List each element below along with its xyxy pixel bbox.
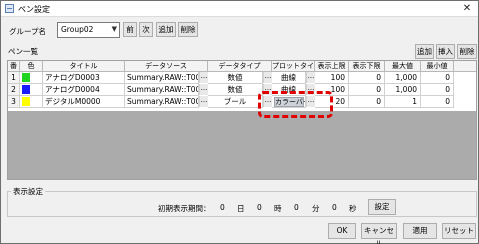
delete-pen-button[interactable]: 削除 xyxy=(457,44,477,59)
days-value[interactable]: 0 xyxy=(220,203,225,212)
minutes-value[interactable]: 0 xyxy=(294,203,299,212)
title-cell[interactable]: アナログD0004 xyxy=(43,84,125,96)
delete-group-button[interactable]: 削除 xyxy=(178,22,198,37)
group-name-select[interactable]: Group02 ▼ xyxy=(57,22,120,38)
window-title: ペン設定 xyxy=(18,5,50,14)
source-cell[interactable]: Summary.RAW::T005 xyxy=(125,96,199,108)
plot-type-browse-button[interactable]: ... xyxy=(306,72,315,83)
highlight-annotation xyxy=(258,91,333,118)
column-header-max: 最大値 xyxy=(385,61,421,72)
data-type-cell[interactable]: 数値 xyxy=(208,72,263,84)
title-cell[interactable]: アナログD0003 xyxy=(43,72,125,84)
close-icon[interactable]: ✕ xyxy=(460,2,474,15)
display-settings-title: 表示設定 xyxy=(11,186,45,197)
chevron-down-icon[interactable]: ▼ xyxy=(112,25,117,33)
source-browse-button[interactable]: ... xyxy=(199,84,208,95)
seconds-unit: 秒 xyxy=(349,204,357,213)
seconds-value[interactable]: 0 xyxy=(332,203,337,212)
add-group-button[interactable]: 追加 xyxy=(156,22,176,37)
app-icon xyxy=(5,4,14,13)
column-header-data-type: データタイプ xyxy=(208,61,272,72)
color-swatch xyxy=(22,85,30,94)
row-number: 1 xyxy=(8,72,20,84)
table-empty-area xyxy=(8,111,476,179)
data-type-cell[interactable]: ブール xyxy=(208,96,263,108)
column-header-plot-type: プロットタイプ xyxy=(272,61,315,72)
days-unit: 日 xyxy=(237,204,245,213)
group-name-label: グループ名 xyxy=(9,27,47,36)
color-swatch xyxy=(22,73,30,82)
lower-cell[interactable]: 0 xyxy=(349,72,385,84)
title-cell[interactable]: デジタルM0000 xyxy=(43,96,125,108)
min-cell[interactable]: 0 xyxy=(421,84,454,96)
source-cell[interactable]: Summary.RAW::T003 xyxy=(125,72,199,84)
color-cell[interactable] xyxy=(20,72,43,84)
column-header-title: タイトル xyxy=(43,61,125,72)
apply-button[interactable]: 適用 xyxy=(403,223,437,239)
color-cell[interactable] xyxy=(20,84,43,96)
pen-table: 番号 色 タイトル データソース データタイプ プロットタイプ 表示上限 表示下… xyxy=(7,60,477,180)
prev-group-button[interactable]: 前 xyxy=(123,22,137,37)
source-cell[interactable]: Summary.RAW::T004 xyxy=(125,84,199,96)
reset-button[interactable]: リセット xyxy=(442,223,476,239)
pen-list-title: ペン一覧 xyxy=(8,47,38,56)
column-header-source: データソース xyxy=(125,61,208,72)
column-header-number: 番号 xyxy=(8,61,20,72)
color-swatch xyxy=(22,97,30,106)
plot-type-cell[interactable]: 曲線 xyxy=(272,72,306,84)
column-header-lower: 表示下限 xyxy=(349,61,385,72)
title-bar: ペン設定 ✕ xyxy=(1,1,478,17)
next-group-button[interactable]: 次 xyxy=(139,22,153,37)
lower-cell[interactable]: 0 xyxy=(349,96,385,108)
add-pen-button[interactable]: 追加 xyxy=(415,44,434,59)
min-cell[interactable]: 0 xyxy=(421,96,454,108)
column-header-spacer xyxy=(454,61,476,72)
hours-value[interactable]: 0 xyxy=(257,203,262,212)
ok-button[interactable]: OK xyxy=(328,223,356,239)
column-header-min: 最小値 xyxy=(421,61,454,72)
upper-cell[interactable]: 100 xyxy=(315,72,349,84)
color-cell[interactable] xyxy=(20,96,43,108)
group-name-value: Group02 xyxy=(61,25,94,34)
lower-cell[interactable]: 0 xyxy=(349,84,385,96)
display-settings-button[interactable]: 設定 xyxy=(368,199,396,215)
initial-period-label: 初期表示期間： xyxy=(158,204,211,213)
row-number: 2 xyxy=(8,84,20,96)
source-browse-button[interactable]: ... xyxy=(199,72,208,83)
max-cell[interactable]: 1,000 xyxy=(385,72,421,84)
min-cell[interactable]: 0 xyxy=(421,72,454,84)
hours-unit: 時 xyxy=(274,204,282,213)
max-cell[interactable]: 1,000 xyxy=(385,84,421,96)
source-browse-button[interactable]: ... xyxy=(199,96,208,107)
pen-settings-window: ペン設定 ✕ グループ名 Group02 ▼ 前 次 追加 削除 ペン一覧 追加… xyxy=(0,0,479,244)
insert-pen-button[interactable]: 挿入 xyxy=(436,44,455,59)
data-type-cell[interactable]: 数値 xyxy=(208,84,263,96)
data-type-browse-button[interactable]: ... xyxy=(263,72,272,83)
row-number: 3 xyxy=(8,96,20,108)
column-header-color: 色 xyxy=(20,61,43,72)
minutes-unit: 分 xyxy=(312,204,320,213)
column-header-upper: 表示上限 xyxy=(315,61,349,72)
cancel-button[interactable]: キャンセル xyxy=(361,223,397,244)
max-cell[interactable]: 1 xyxy=(385,96,421,108)
